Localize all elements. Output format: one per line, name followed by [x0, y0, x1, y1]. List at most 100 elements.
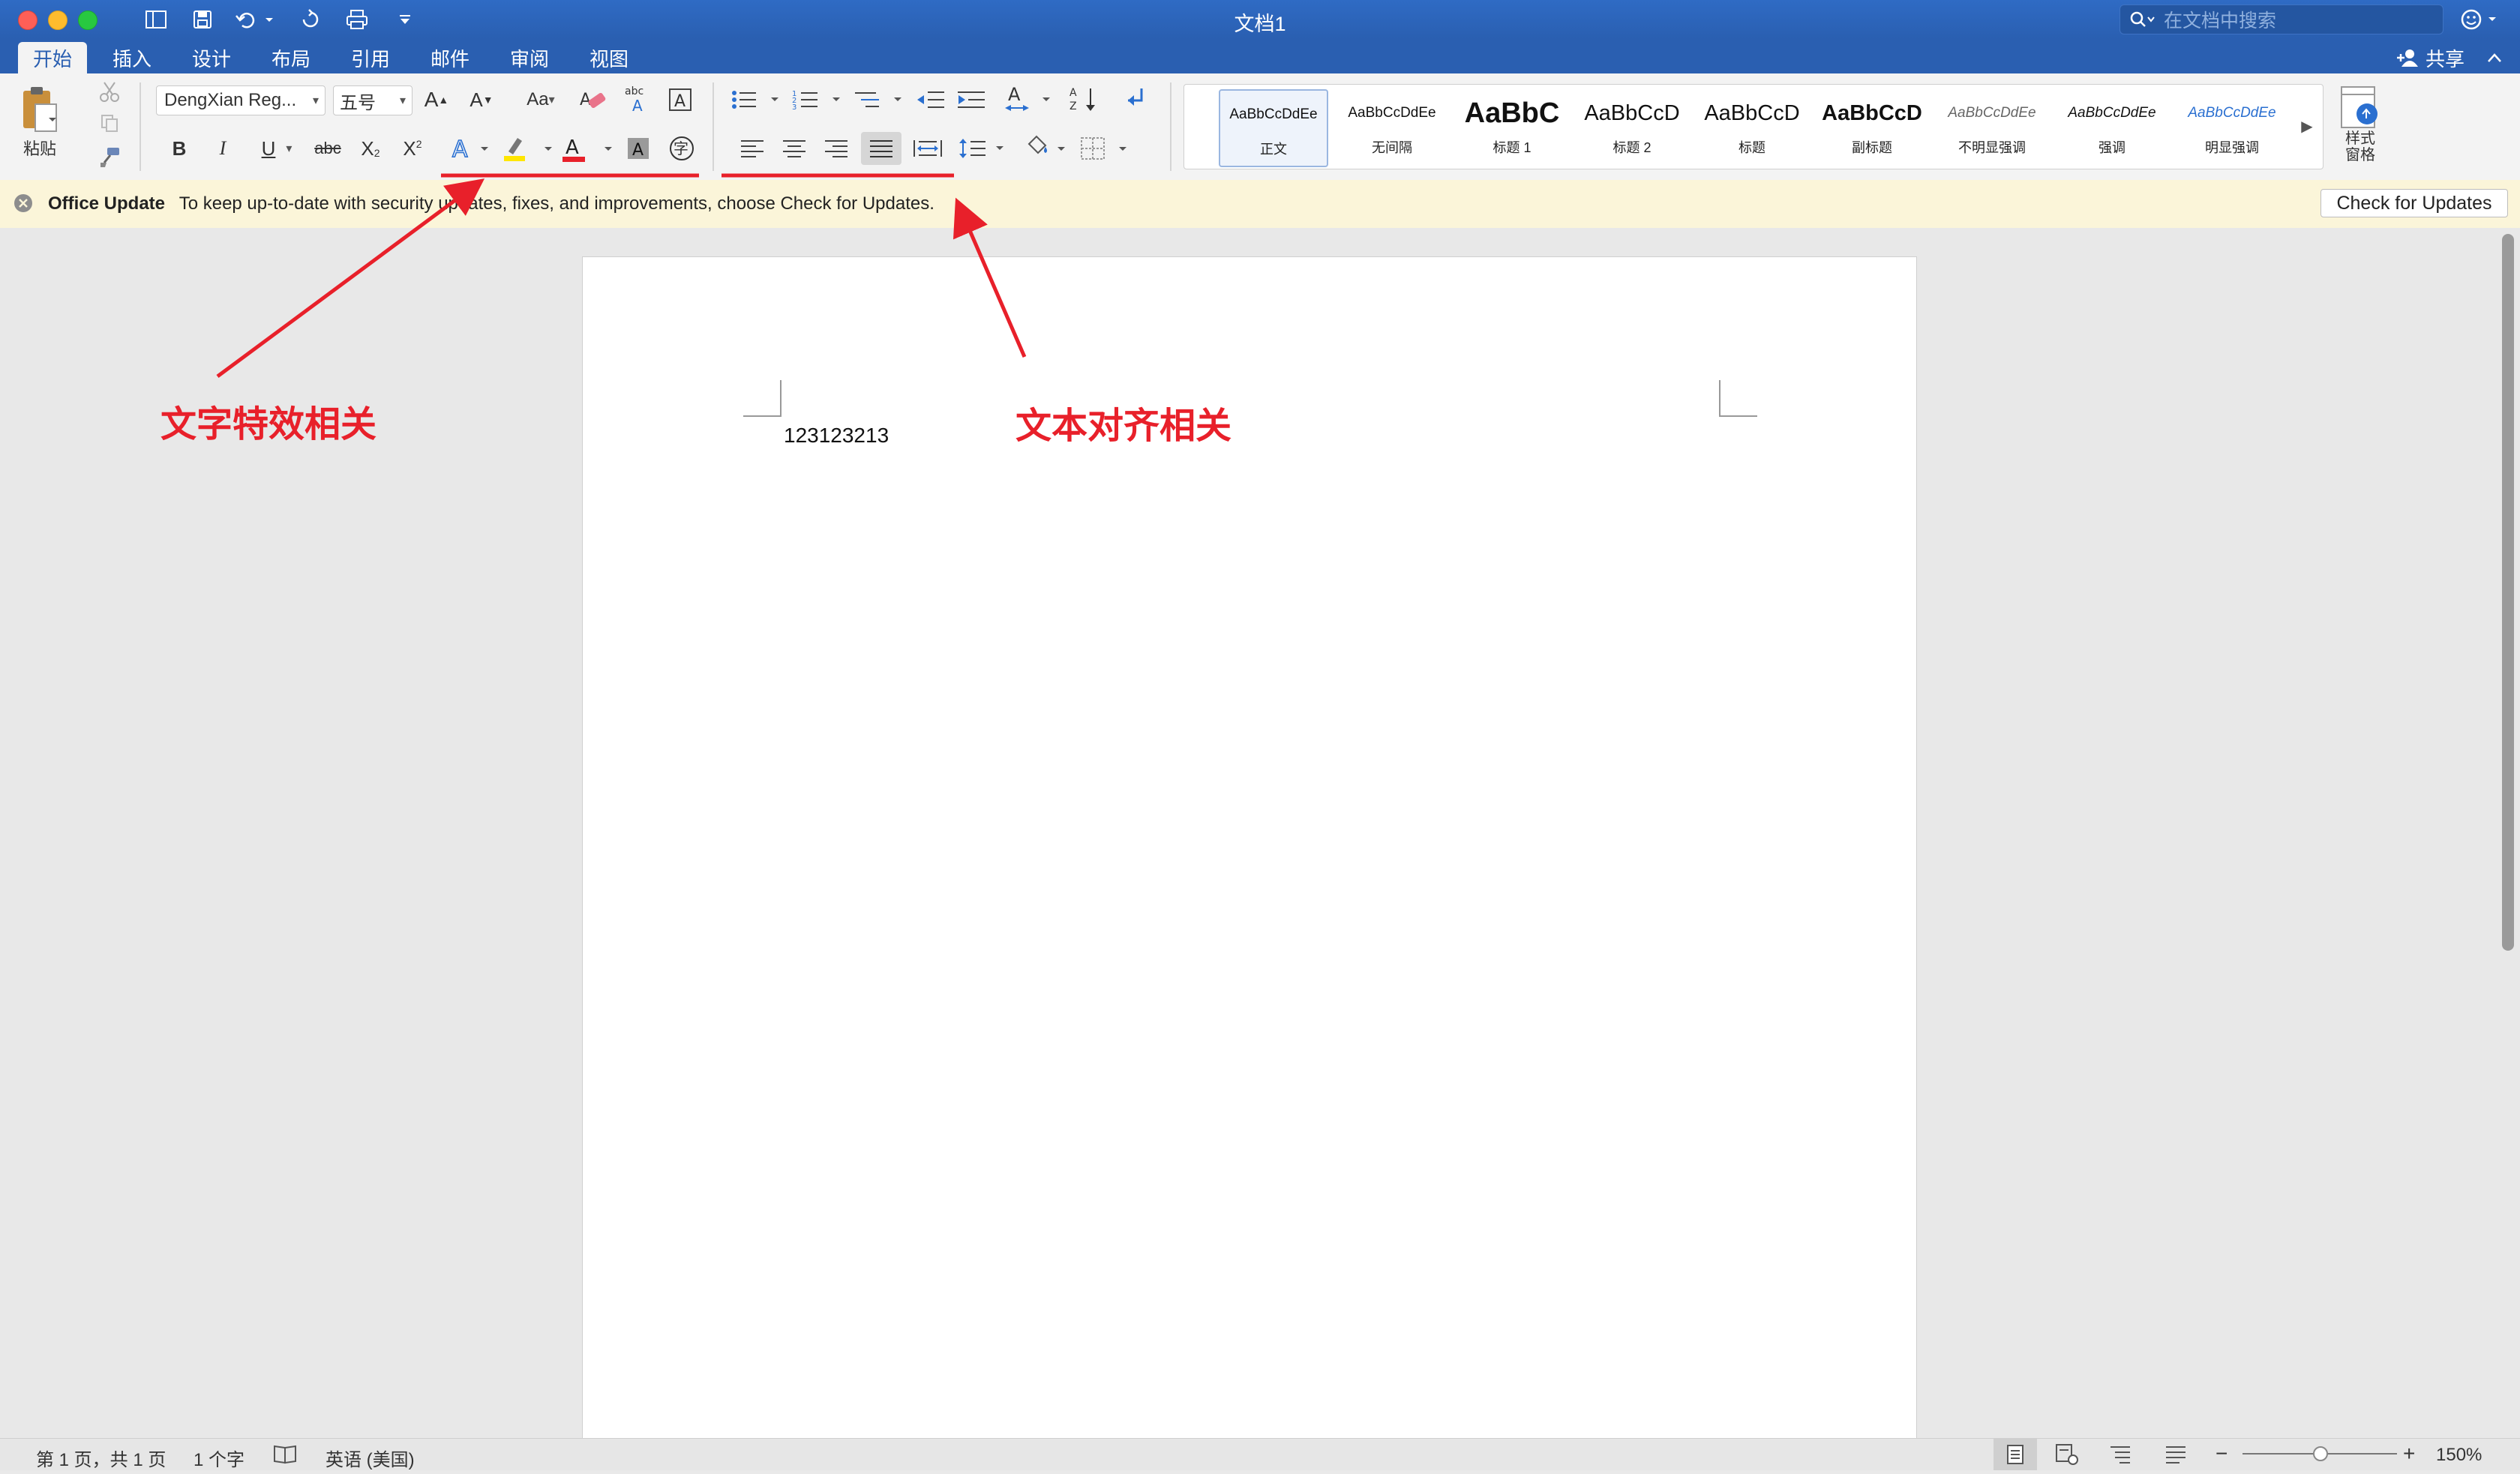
collapse-ribbon-icon[interactable]: [2481, 42, 2508, 73]
print-layout-view-icon[interactable]: [1994, 1439, 2037, 1470]
align-right-icon[interactable]: [818, 133, 855, 163]
svg-text:字: 字: [674, 139, 688, 157]
show-paragraph-marks-icon[interactable]: [1114, 82, 1156, 115]
line-spacing-button[interactable]: [957, 133, 1011, 163]
underline-button[interactable]: U ▾: [250, 133, 303, 163]
subscript-button[interactable]: X2: [354, 133, 387, 163]
style-subtitle[interactable]: AaBbCcD 副标题: [1819, 89, 1925, 164]
zoom-in-button[interactable]: +: [2403, 1442, 2415, 1466]
copy-icon[interactable]: [93, 109, 126, 136]
style-preview: AaBbCcD: [1704, 100, 1800, 125]
clear-formatting-icon[interactable]: A: [574, 84, 612, 115]
change-case-button[interactable]: Aa ▾: [516, 85, 566, 114]
document-page[interactable]: 123123213: [582, 256, 1917, 1440]
svg-text:A: A: [452, 136, 468, 163]
styles-pane-label-1: 样式: [2345, 130, 2375, 147]
draft-view-icon[interactable]: [2164, 1443, 2188, 1471]
font-size-value: 五号: [340, 92, 376, 113]
status-bar: 第 1 页，共 1 页 1 个字 英语 (美国) − + 150%: [0, 1438, 2520, 1470]
character-shading-icon[interactable]: A: [621, 133, 656, 163]
smiley-feedback-icon[interactable]: [2458, 6, 2502, 33]
tab-view[interactable]: 视图: [576, 42, 642, 73]
style-normal[interactable]: AaBbCcDdEe 正文: [1219, 89, 1328, 167]
shading-button[interactable]: [1022, 132, 1072, 165]
style-heading-2[interactable]: AaBbCcD 标题 2: [1579, 89, 1685, 164]
proofing-book-icon[interactable]: [273, 1443, 298, 1470]
numbering-button[interactable]: 123: [790, 85, 848, 114]
phonetic-guide-icon[interactable]: abc A: [618, 82, 656, 115]
style-no-spacing[interactable]: AaBbCcDdEe 无间隔: [1339, 89, 1445, 164]
borders-button[interactable]: [1077, 132, 1134, 165]
clipboard-icon: [19, 85, 61, 134]
style-emphasis[interactable]: AaBbCcDdEe 强调: [2059, 89, 2165, 164]
text-direction-icon[interactable]: A: [1002, 82, 1056, 115]
svg-text:3: 3: [792, 103, 796, 111]
add-person-icon: [2396, 48, 2421, 67]
paste-button[interactable]: 粘贴: [14, 81, 66, 163]
style-title[interactable]: AaBbCcD 标题: [1699, 89, 1805, 164]
enclose-characters-icon[interactable]: 字: [664, 132, 699, 165]
style-preview: AaBbCcD: [1584, 100, 1680, 125]
styles-pane-button[interactable]: 样式 窗格: [2332, 85, 2388, 175]
style-preview: AaBbCcDdEe: [1948, 105, 2036, 121]
bold-button[interactable]: B: [164, 133, 195, 163]
sort-icon[interactable]: AZ: [1064, 82, 1106, 115]
highlight-color-button[interactable]: [498, 132, 558, 165]
tab-insert[interactable]: 插入: [99, 42, 165, 73]
zoom-out-button[interactable]: −: [2216, 1442, 2228, 1466]
font-name-select[interactable]: DengXian Reg... ▾: [156, 85, 326, 115]
zoom-slider[interactable]: [2242, 1439, 2400, 1469]
align-left-icon[interactable]: [734, 133, 771, 163]
outline-view-icon[interactable]: [2109, 1443, 2133, 1471]
chevron-down-icon: ▾: [399, 94, 406, 107]
search-icon: [2129, 10, 2156, 28]
grow-font-button[interactable]: A ▲: [417, 85, 456, 114]
tab-layout[interactable]: 布局: [258, 42, 324, 73]
dismiss-update-icon[interactable]: [12, 192, 34, 214]
gallery-more-arrow-icon[interactable]: ▶: [2296, 107, 2318, 145]
check-for-updates-button[interactable]: Check for Updates: [2320, 189, 2508, 217]
web-layout-view-icon[interactable]: [2055, 1443, 2079, 1471]
strikethrough-button[interactable]: abc: [309, 133, 346, 163]
style-preview: AaBbC: [1464, 97, 1560, 129]
tab-review[interactable]: 审阅: [496, 42, 562, 73]
document-area[interactable]: 123123213: [0, 228, 2520, 1440]
svg-text:Z: Z: [1070, 100, 1077, 112]
align-center-icon[interactable]: [776, 133, 813, 163]
italic-button[interactable]: I: [207, 133, 238, 163]
word-count[interactable]: 1 个字: [194, 1445, 244, 1471]
search-input[interactable]: 在文档中搜索: [2120, 4, 2444, 34]
style-intense-emphasis[interactable]: AaBbCcDdEe 明显强调: [2179, 89, 2285, 164]
tab-references[interactable]: 引用: [338, 42, 404, 73]
svg-text:A: A: [1008, 84, 1021, 105]
style-label: 标题 1: [1492, 140, 1532, 155]
tab-design[interactable]: 设计: [178, 42, 244, 73]
document-body-text[interactable]: 123123213: [784, 424, 889, 448]
language-indicator[interactable]: 英语 (美国): [326, 1445, 415, 1471]
svg-text:abc: abc: [625, 85, 644, 97]
style-heading-1[interactable]: AaBbC 标题 1: [1459, 89, 1565, 164]
bullets-button[interactable]: [729, 85, 786, 114]
font-color-button[interactable]: A: [558, 132, 618, 165]
page-count[interactable]: 第 1 页，共 1 页: [36, 1445, 166, 1471]
distributed-align-icon[interactable]: [908, 133, 948, 163]
text-effects-button[interactable]: A: [446, 132, 495, 165]
tab-mailings[interactable]: 邮件: [417, 42, 483, 73]
format-painter-icon[interactable]: [93, 144, 126, 171]
title-bar: 文档1 在文档中搜索: [0, 0, 2520, 39]
vertical-scrollbar[interactable]: [2502, 234, 2514, 951]
chevron-down-icon: ▾: [312, 94, 319, 107]
multilevel-list-button[interactable]: [852, 85, 909, 114]
style-subtle-emphasis[interactable]: AaBbCcDdEe 不明显强调: [1939, 89, 2045, 164]
shrink-font-button[interactable]: A ▼: [462, 85, 501, 114]
zoom-level[interactable]: 150%: [2436, 1445, 2482, 1466]
font-size-select[interactable]: 五号 ▾: [333, 85, 412, 115]
tab-home[interactable]: 开始: [18, 42, 87, 73]
character-border-icon[interactable]: A: [663, 84, 698, 115]
justify-icon[interactable]: [861, 132, 902, 165]
cut-scissors-icon[interactable]: [93, 78, 126, 105]
increase-indent-icon[interactable]: [952, 85, 990, 114]
decrease-indent-icon[interactable]: [912, 85, 950, 114]
share-button[interactable]: 共享: [2385, 42, 2475, 73]
superscript-button[interactable]: X2: [396, 133, 429, 163]
